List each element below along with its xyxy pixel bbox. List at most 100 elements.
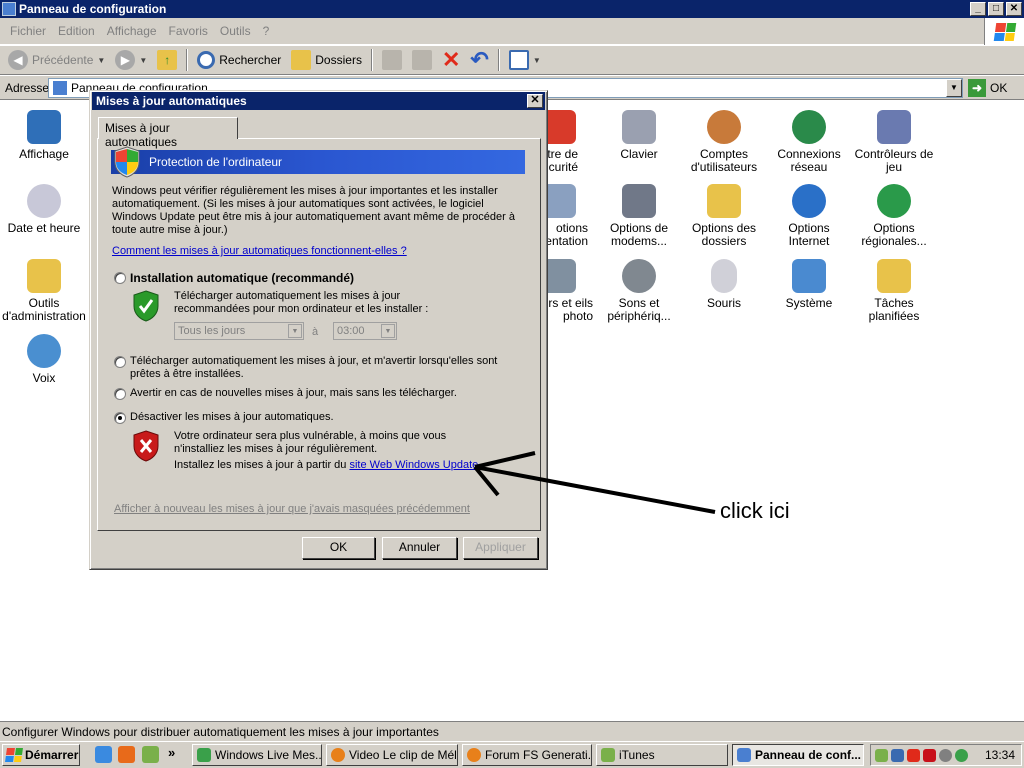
task-forum[interactable]: Forum FS Generati... [462, 744, 592, 766]
folders-icon [291, 50, 312, 70]
folders-button[interactable]: Dossiers [287, 47, 366, 73]
cp-item-controleurs[interactable]: Contrôleurs de jeu [852, 110, 936, 174]
cp-item-voix[interactable]: Voix [2, 334, 86, 385]
tray-volume-icon[interactable] [939, 748, 952, 762]
status-bar: Configurer Windows pour distribuer autom… [0, 721, 1024, 741]
menu-affichage[interactable]: Affichage [101, 24, 163, 38]
back-label: Précédente [32, 53, 94, 67]
task-windows-live[interactable]: Windows Live Mes... [192, 744, 322, 766]
cp-item-systeme[interactable]: Système [767, 259, 851, 310]
cp-item-comptes[interactable]: Comptes d'utilisateurs [682, 110, 766, 174]
menu-favoris[interactable]: Favoris [163, 24, 214, 38]
apply-button[interactable]: Appliquer [463, 537, 538, 559]
network-globe-icon [792, 110, 826, 144]
ok-button[interactable]: OK [302, 537, 375, 559]
windows-flag-icon [5, 748, 23, 762]
menu-edition[interactable]: Edition [52, 24, 101, 38]
how-it-works-link[interactable]: Comment les mises à jour automatiques fo… [112, 245, 407, 258]
cp-label: Outils d'administration [2, 296, 86, 323]
cp-label: Date et heure [7, 221, 81, 235]
option-install-auto-label: Installation automatique (recommandé) [130, 271, 355, 285]
copy-to-button[interactable] [408, 47, 436, 73]
forward-button[interactable]: ▶ ▼ [111, 47, 151, 73]
forward-arrow-icon: ▶ [115, 50, 136, 70]
cp-label: Affichage [19, 147, 69, 161]
views-button[interactable]: ▼ [505, 47, 545, 73]
speaker-icon [622, 259, 656, 293]
undo-button[interactable]: ↶ [466, 47, 492, 73]
cp-item-options-regionales[interactable]: Options régionales... [852, 184, 936, 248]
up-folder-button[interactable]: ↑ [153, 47, 181, 73]
chevron-down-icon[interactable]: ▼ [97, 56, 105, 65]
cancel-button[interactable]: Annuler [382, 537, 457, 559]
cp-item-outils-admin[interactable]: Outils d'administration [2, 259, 86, 323]
toolbar-separator [186, 49, 189, 71]
tray-messenger-icon[interactable] [955, 748, 968, 762]
views-icon [508, 50, 529, 70]
cp-item-options-internet[interactable]: Options Internet [767, 184, 851, 248]
chevron-down-icon[interactable]: ▼ [533, 56, 541, 65]
cp-item-clavier[interactable]: Clavier [597, 110, 681, 161]
address-dropdown[interactable]: ▼ [946, 79, 962, 97]
delete-button[interactable]: ✕ [438, 47, 464, 73]
folder-options-icon [707, 184, 741, 218]
cp-item-modems[interactable]: Options de modems... [597, 184, 681, 248]
task-control-panel[interactable]: Panneau de conf... [732, 744, 864, 766]
display-icon [27, 110, 61, 144]
cp-item-options-dossiers[interactable]: Options des dossiers [682, 184, 766, 248]
search-button[interactable]: Rechercher [193, 47, 285, 73]
control-panel-icon [2, 2, 16, 16]
radio-disable[interactable] [114, 412, 126, 424]
address-label: Adresse [5, 81, 50, 95]
radio-download-notify[interactable] [114, 356, 126, 368]
close-button[interactable]: ✕ [1006, 2, 1022, 16]
quicklaunch-ie-icon[interactable] [95, 746, 112, 763]
radio-install-auto[interactable] [114, 272, 126, 284]
time-select[interactable]: 03:00 ▼ [333, 322, 397, 340]
chevron-down-icon[interactable]: ▼ [139, 56, 147, 65]
menu-help[interactable]: ? [257, 24, 276, 38]
quicklaunch-more[interactable]: » [168, 745, 175, 760]
task-label: Panneau de conf... [755, 748, 862, 762]
control-panel-icon [53, 81, 67, 95]
tab-auto-updates[interactable]: Mises à jour automatiques [98, 117, 238, 149]
admin-tools-icon [27, 259, 61, 293]
option-disable-label: Désactiver les mises à jour automatiques… [130, 411, 334, 423]
cp-item-connexions[interactable]: Connexions réseau [767, 110, 851, 174]
maximize-button[interactable]: □ [988, 2, 1004, 16]
tray-shield-icon[interactable] [907, 748, 920, 762]
go-button[interactable]: ➜ OK [968, 78, 1022, 98]
quicklaunch-app-icon[interactable] [118, 746, 135, 763]
copy-to-icon [411, 50, 432, 70]
time-select-value: 03:00 [337, 325, 365, 337]
tray-itunes-icon[interactable] [875, 748, 888, 762]
move-to-button[interactable] [378, 47, 406, 73]
tray-network-icon[interactable] [891, 748, 904, 762]
cp-label: Comptes d'utilisateurs [690, 147, 758, 174]
cp-item-souris[interactable]: Souris [682, 259, 766, 310]
windows-update-link[interactable]: site Web Windows Update [349, 459, 478, 471]
day-select-value: Tous les jours [178, 325, 246, 337]
cp-item-affichage[interactable]: Affichage [2, 110, 86, 161]
go-arrow-icon: ➜ [968, 79, 986, 97]
menu-outils[interactable]: Outils [214, 24, 257, 38]
up-folder-icon: ↑ [157, 50, 178, 70]
quicklaunch-itunes-icon[interactable] [142, 746, 159, 763]
start-button[interactable]: Démarrer [2, 744, 80, 766]
task-video[interactable]: Video Le clip de Mél... [326, 744, 458, 766]
tray-antivirus-icon[interactable] [923, 748, 936, 762]
menu-fichier[interactable]: Fichier [4, 24, 52, 38]
cp-item-date-heure[interactable]: Date et heure [2, 184, 86, 235]
day-select[interactable]: Tous les jours ▼ [174, 322, 304, 340]
cp-item-sons[interactable]: Sons et périphériq... [597, 259, 681, 323]
windows-flag-icon [993, 22, 1016, 41]
dialog-close-button[interactable]: ✕ [527, 94, 543, 108]
back-button[interactable]: ◀ Précédente ▼ [4, 47, 109, 73]
show-hidden-updates-link[interactable]: Afficher à nouveau les mises à jour que … [114, 503, 470, 516]
task-itunes[interactable]: iTunes [596, 744, 728, 766]
firefox-icon [331, 748, 345, 762]
minimize-button[interactable]: _ [970, 2, 986, 16]
cp-item-taches[interactable]: Tâches planifiées [852, 259, 936, 323]
users-icon [707, 110, 741, 144]
radio-notify-only[interactable] [114, 388, 126, 400]
